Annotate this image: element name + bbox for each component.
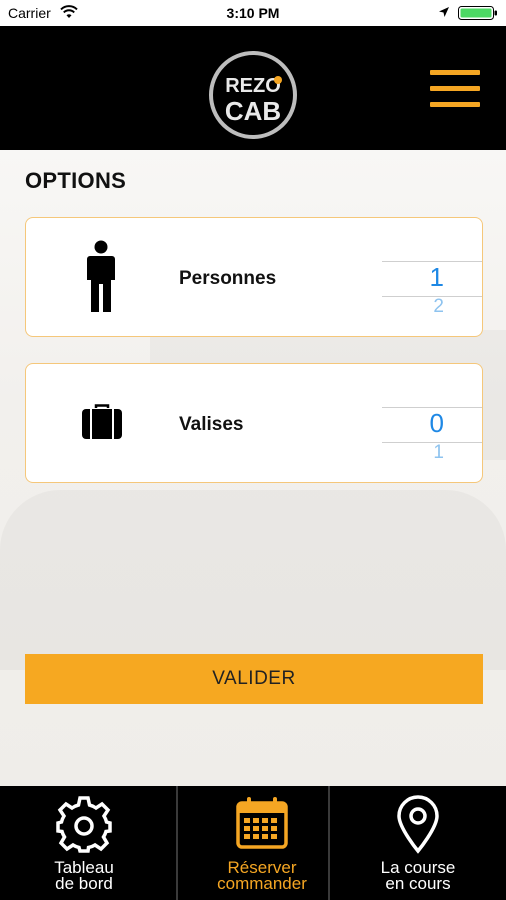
location-arrow-icon [439, 7, 449, 17]
background-car-shape [0, 490, 506, 670]
options-title: OPTIONS [25, 168, 127, 193]
tab-label-reserver: Réserver commander [217, 858, 307, 893]
suitcase-icon [82, 404, 122, 439]
battery-icon [458, 6, 497, 20]
map-pin-icon [397, 795, 439, 854]
persons-picker[interactable]: 1 2 [382, 218, 482, 336]
valider-button[interactable]: VALIDER [25, 654, 483, 704]
bags-value[interactable]: 0 [382, 408, 482, 439]
person-icon [87, 240, 115, 312]
tab-reserver-commander[interactable]: Réserver commander [178, 786, 346, 900]
options-content: OPTIONS Personnes 1 2 Valises 0 1 VALIDE… [0, 150, 506, 786]
bottom-tab-bar: Tableau de bord Réserver commander La co… [0, 786, 506, 900]
hamburger-menu-icon[interactable] [428, 66, 484, 110]
bags-picker[interactable]: 0 1 [382, 364, 482, 482]
persons-next-value[interactable]: 2 [382, 296, 482, 318]
gear-icon [56, 796, 112, 853]
persons-card: Personnes 1 2 [25, 217, 483, 337]
rezocab-logo: REZO CAB [209, 51, 297, 139]
bags-card: Valises 0 1 [25, 363, 483, 483]
persons-value[interactable]: 1 [382, 262, 482, 293]
bags-label: Valises [179, 414, 244, 435]
tab-label-course: La course en cours [380, 858, 456, 893]
persons-label: Personnes [179, 268, 277, 289]
clock: 3:10 PM [226, 5, 280, 21]
logo-text-bottom: CAB [225, 96, 281, 126]
calendar-icon [236, 797, 288, 849]
app-header: REZO CAB [0, 26, 506, 150]
bags-next-value[interactable]: 1 [382, 442, 482, 464]
status-bar: Carrier 3:10 PM [0, 0, 506, 26]
tab-label-tableau: Tableau de bord [54, 858, 114, 893]
logo-text-top: REZO [225, 75, 281, 97]
tab-tableau-de-bord[interactable]: Tableau de bord [0, 786, 168, 900]
tab-la-course-en-cours[interactable]: La course en cours [330, 786, 506, 900]
